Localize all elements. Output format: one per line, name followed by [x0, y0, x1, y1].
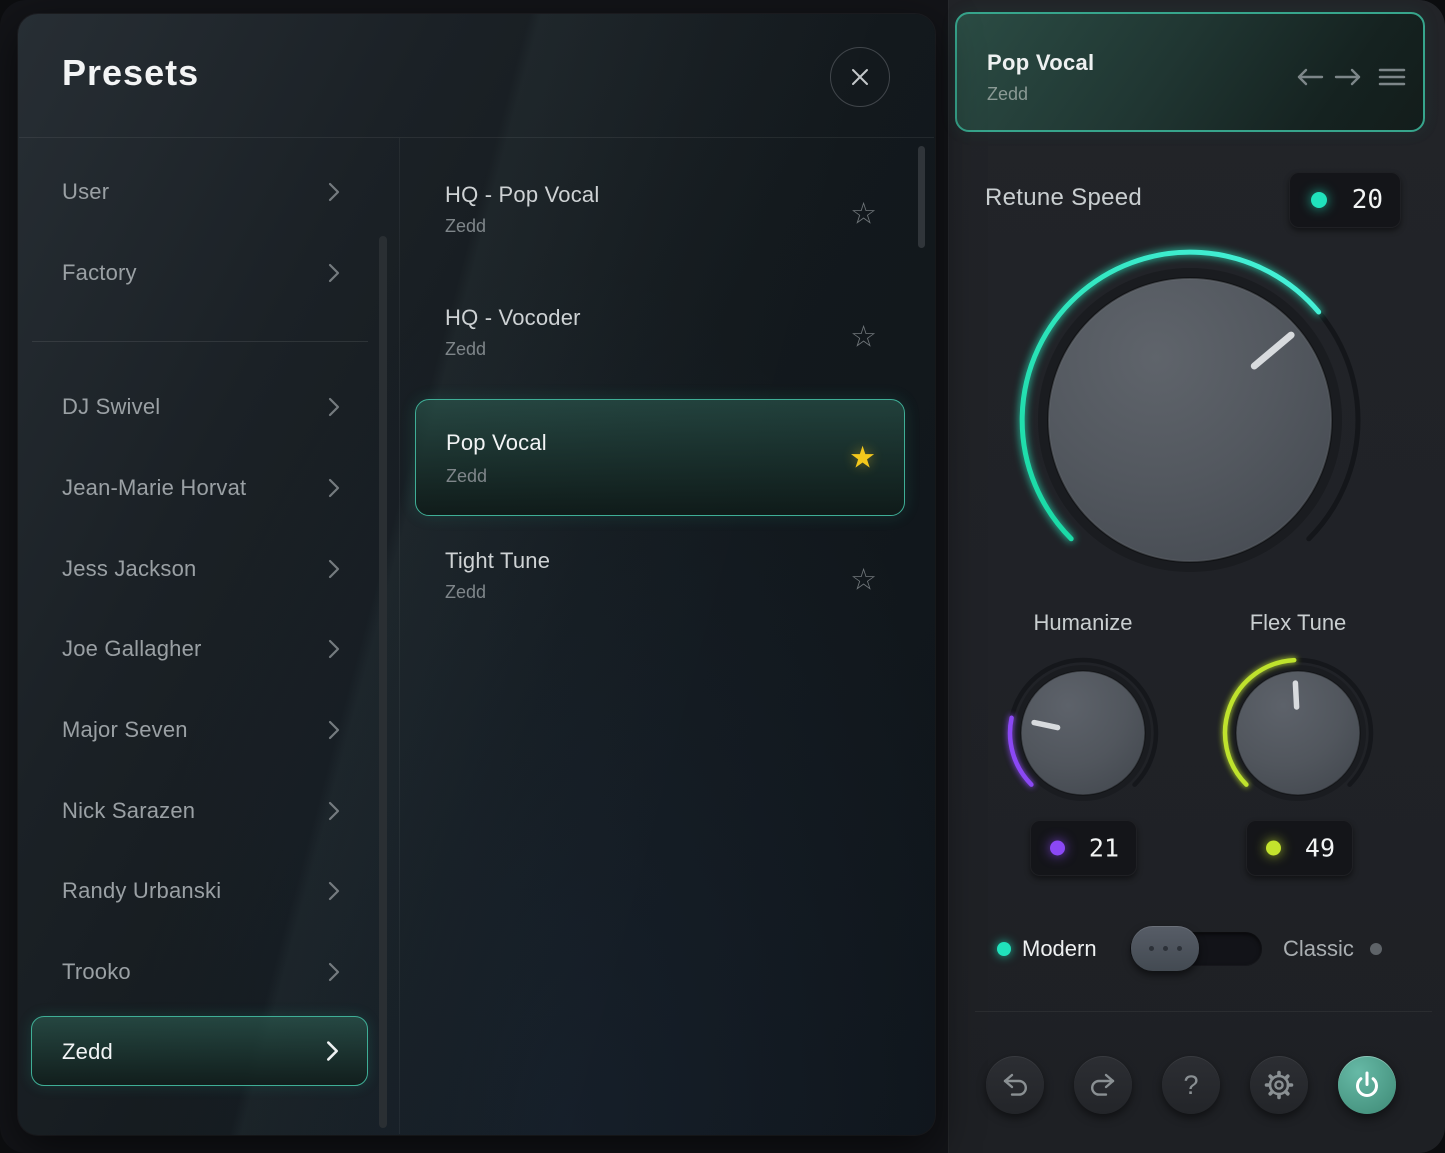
redo-button[interactable] [1074, 1056, 1132, 1114]
previous-preset-icon[interactable] [1292, 66, 1326, 88]
modern-active-dot [997, 942, 1011, 956]
favorite-star-icon[interactable]: ★ [849, 440, 876, 475]
retune-speed-label: Retune Speed [985, 184, 1142, 212]
preset-author: Zedd [445, 582, 486, 603]
footer-divider [975, 1011, 1432, 1012]
retune-speed-knob[interactable] [1000, 230, 1380, 610]
flex-tune-label: Flex Tune [1213, 610, 1383, 636]
humanize-knob[interactable] [998, 648, 1168, 818]
sidebar-item-randy-urbanski[interactable]: Randy Urbanski [32, 859, 368, 923]
presets-title: Presets [62, 52, 199, 94]
sidebar-item-label: Nick Sarazen [62, 779, 195, 843]
sidebar-item-label: Factory [62, 241, 137, 305]
chevron-right-icon [328, 478, 340, 498]
humanize-value: 21 [1089, 834, 1119, 863]
mode-toggle-handle[interactable] [1131, 926, 1199, 971]
category-divider [32, 341, 368, 342]
sidebar-item-trooko[interactable]: Trooko [32, 940, 368, 1004]
help-button[interactable]: ? [1162, 1056, 1220, 1114]
close-icon [848, 65, 872, 89]
sidebar-item-nick-sarazen[interactable]: Nick Sarazen [32, 779, 368, 843]
power-button[interactable] [1338, 1056, 1396, 1114]
artist-list-scrollbar[interactable] [379, 236, 387, 1128]
undo-icon [995, 1065, 1035, 1105]
undo-button[interactable] [986, 1056, 1044, 1114]
sidebar-item-dj-swivel[interactable]: DJ Swivel [32, 375, 368, 439]
sidebar-item-major-seven[interactable]: Major Seven [32, 698, 368, 762]
humanize-knob-face[interactable] [1021, 671, 1145, 795]
preset-name: Pop Vocal [446, 430, 547, 456]
chevron-right-icon [328, 801, 340, 821]
current-preset-author: Zedd [987, 84, 1028, 105]
preset-nav [1292, 66, 1406, 88]
sidebar-item-label: Trooko [62, 940, 131, 1004]
flex-tune-knob-indicator [1295, 683, 1296, 707]
mode-modern-label[interactable]: Modern [1022, 936, 1097, 962]
power-icon [1347, 1065, 1387, 1105]
next-preset-icon[interactable] [1332, 66, 1366, 88]
chevron-right-icon [326, 1041, 339, 1062]
retune-speed-led [1311, 192, 1327, 208]
retune-speed-value-chip[interactable]: 20 [1289, 172, 1401, 228]
preset-list-scrollbar[interactable] [918, 146, 925, 248]
sidebar-item-label: Jess Jackson [62, 537, 196, 601]
sidebar-item-label: Zedd [62, 1017, 113, 1087]
preset-author: Zedd [445, 339, 486, 360]
column-divider [399, 138, 400, 1134]
chevron-right-icon [328, 720, 340, 740]
chevron-right-icon [328, 881, 340, 901]
humanize-value-chip[interactable]: 21 [1030, 820, 1137, 876]
sidebar-item-label: Randy Urbanski [62, 859, 221, 923]
sidebar-item-label: Major Seven [62, 698, 188, 762]
favorite-star-icon[interactable]: ☆ [850, 197, 877, 232]
sidebar-item-label: Joe Gallagher [62, 617, 202, 681]
chevron-right-icon [328, 263, 340, 283]
flex-tune-led [1266, 841, 1281, 856]
preset-name: HQ - Vocoder [445, 305, 581, 331]
preset-menu-icon[interactable] [1378, 66, 1406, 88]
preset-name: Tight Tune [445, 548, 550, 574]
redo-icon [1083, 1065, 1123, 1105]
sidebar-item-jean-marie-horvat[interactable]: Jean-Marie Horvat [32, 456, 368, 520]
chevron-right-icon [328, 182, 340, 202]
chevron-right-icon [328, 639, 340, 659]
favorite-star-icon[interactable]: ☆ [850, 320, 877, 355]
help-icon: ? [1183, 1070, 1198, 1101]
mode-classic-label[interactable]: Classic [1283, 936, 1354, 962]
flex-tune-value: 49 [1305, 834, 1335, 863]
preset-row-hq-vocoder[interactable]: HQ - Vocoder Zedd ☆ [415, 281, 905, 393]
settings-button[interactable] [1250, 1056, 1308, 1114]
preset-row-hq-pop-vocal[interactable]: HQ - Pop Vocal Zedd ☆ [415, 158, 905, 270]
chevron-right-icon [328, 397, 340, 417]
favorite-star-icon[interactable]: ☆ [850, 563, 877, 598]
sidebar-item-label: DJ Swivel [62, 375, 160, 439]
sidebar-item-label: Jean-Marie Horvat [62, 456, 246, 520]
classic-inactive-dot [1370, 943, 1382, 955]
sidebar-item-label: User [62, 160, 109, 224]
flex-tune-value-chip[interactable]: 49 [1246, 820, 1353, 876]
preset-name: HQ - Pop Vocal [445, 182, 599, 208]
plugin-window: Pop Vocal Zedd Retune Speed 20 [0, 0, 1445, 1153]
preset-author: Zedd [446, 466, 487, 487]
sidebar-item-factory[interactable]: Factory [32, 241, 368, 305]
gear-icon [1259, 1065, 1299, 1105]
retune-speed-value: 20 [1352, 185, 1383, 215]
close-presets-button[interactable] [830, 47, 890, 107]
preset-row-pop-vocal[interactable]: Pop Vocal Zedd ★ [415, 399, 905, 516]
current-preset-name: Pop Vocal [987, 50, 1094, 76]
header-divider [19, 137, 934, 138]
humanize-label: Humanize [998, 610, 1168, 636]
preset-row-tight-tune[interactable]: Tight Tune Zedd ☆ [415, 524, 905, 636]
sidebar-item-jess-jackson[interactable]: Jess Jackson [32, 537, 368, 601]
preset-author: Zedd [445, 216, 486, 237]
sidebar-item-joe-gallagher[interactable]: Joe Gallagher [32, 617, 368, 681]
chevron-right-icon [328, 559, 340, 579]
sidebar-item-user[interactable]: User [32, 160, 368, 224]
flex-tune-knob[interactable] [1213, 648, 1383, 818]
sidebar-item-zedd[interactable]: Zedd [31, 1016, 368, 1086]
humanize-led [1050, 841, 1065, 856]
chevron-right-icon [328, 962, 340, 982]
